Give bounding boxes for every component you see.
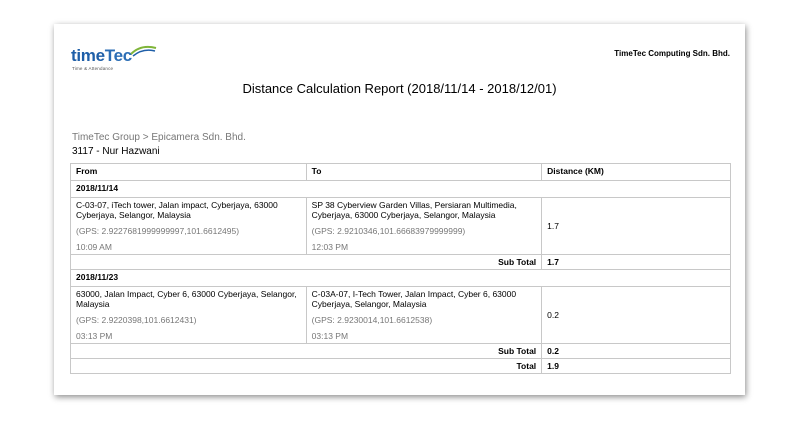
from-time: 03:13 PM (76, 331, 113, 341)
employee-name: 3117 - Nur Hazwani (72, 146, 160, 157)
distance-table: From To Distance (KM) 2018/11/14 C-03-07… (69, 163, 731, 374)
from-cell: C-03-07, iTech tower, Jalan impact, Cybe… (70, 197, 307, 255)
logo-swoosh-icon (130, 45, 157, 57)
header-distance: Distance (KM) (541, 163, 731, 181)
distance-cell: 0.2 (541, 286, 731, 344)
from-address: C-03-07, iTech tower, Jalan impact, Cybe… (76, 200, 278, 220)
to-gps: (GPS: 2.9230014,101.6612538) (311, 315, 433, 325)
subtotal-row: Sub Total 1.7 (69, 254, 731, 270)
table-header-row: From To Distance (KM) (70, 163, 731, 181)
date-group-row: 2018/11/23 (70, 269, 731, 287)
to-time: 12:03 PM (311, 242, 349, 252)
total-value: 1.9 (541, 358, 731, 374)
report-sheet: timeTec Time & Attendance TimeTec Comput… (54, 24, 745, 395)
to-cell: C-03A-07, I-Tech Tower, Jalan Impact, Cy… (305, 286, 543, 344)
timetec-logo: timeTec Time & Attendance (71, 44, 161, 74)
group-date: 2018/11/23 (70, 269, 731, 287)
header-from: From (70, 163, 307, 181)
report-title: Distance Calculation Report (2018/11/14 … (242, 81, 557, 96)
subtotal-value: 1.7 (541, 254, 731, 270)
distance-cell: 1.7 (541, 197, 731, 255)
to-address: SP 38 Cyberview Garden Villas, Persiaran… (311, 200, 517, 220)
to-gps: (GPS: 2.9210346,101.66683979999999) (311, 226, 466, 236)
company-name: TimeTec Computing Sdn. Bhd. (614, 49, 730, 58)
total-row: Total 1.9 (69, 358, 731, 374)
to-time: 03:13 PM (311, 331, 349, 341)
table-row: C-03-07, iTech tower, Jalan impact, Cybe… (70, 197, 731, 255)
subtotal-row: Sub Total 0.2 (69, 343, 731, 359)
header-to: To (305, 163, 543, 181)
from-cell: 63000, Jalan Impact, Cyber 6, 63000 Cybe… (70, 286, 307, 344)
subtotal-value: 0.2 (541, 343, 731, 359)
date-group-row: 2018/11/14 (70, 180, 731, 198)
logo-tagline: Time & Attendance (72, 66, 114, 71)
from-gps: (GPS: 2.9227681999999997,101.6612495) (76, 226, 240, 236)
logo-text-tec: Tec (104, 46, 132, 65)
logo-text-main: time (71, 46, 105, 65)
total-label: Total (69, 358, 543, 374)
subtotal-label: Sub Total (69, 343, 543, 359)
group-date: 2018/11/14 (70, 180, 731, 198)
from-time: 10:09 AM (76, 242, 112, 252)
subtotal-label: Sub Total (69, 254, 543, 270)
breadcrumb: TimeTec Group > Epicamera Sdn. Bhd. (72, 132, 246, 143)
to-cell: SP 38 Cyberview Garden Villas, Persiaran… (305, 197, 543, 255)
from-address: 63000, Jalan Impact, Cyber 6, 63000 Cybe… (76, 289, 297, 309)
table-row: 63000, Jalan Impact, Cyber 6, 63000 Cybe… (70, 286, 731, 344)
to-address: C-03A-07, I-Tech Tower, Jalan Impact, Cy… (311, 289, 517, 309)
from-gps: (GPS: 2.9220398,101.6612431) (76, 315, 197, 325)
